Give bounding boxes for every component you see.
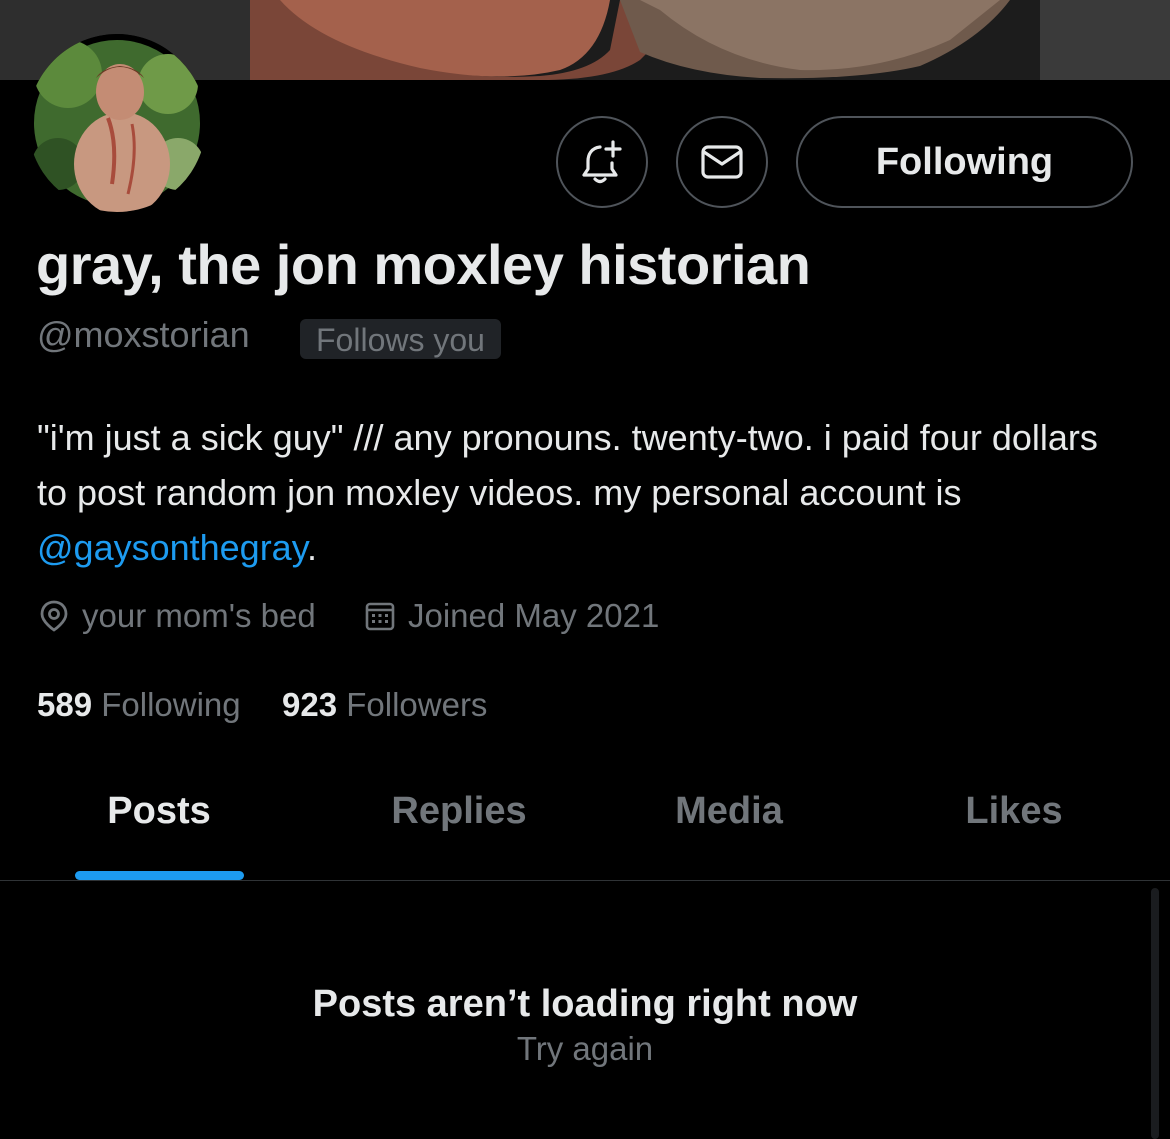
notify-button[interactable]	[556, 116, 648, 208]
bell-plus-icon	[582, 140, 622, 184]
calendar-icon	[365, 602, 395, 631]
profile-bio: "i'm just a sick guy" /// any pronouns. …	[37, 410, 1127, 575]
active-tab-indicator	[75, 871, 244, 880]
location-pin-icon	[40, 600, 68, 632]
followers-label: Followers	[346, 686, 488, 723]
follows-you-badge: Follows you	[300, 319, 501, 359]
followers-count: 923	[282, 686, 338, 723]
display-name: gray, the jon moxley historian	[36, 233, 811, 296]
following-count: 589	[37, 686, 93, 723]
location-text: your mom's bed	[82, 597, 316, 634]
try-again-button[interactable]: Try again	[0, 1030, 1170, 1068]
profile-joined-date: Joined May 2021	[364, 597, 659, 635]
tab-likes[interactable]: Likes	[965, 790, 1062, 833]
tab-divider	[0, 880, 1170, 881]
bio-text: "i'm just a sick guy" /// any pronouns. …	[37, 417, 1098, 513]
message-button[interactable]	[676, 116, 768, 208]
joined-text: Joined May 2021	[408, 597, 660, 634]
following-label: Following	[101, 686, 241, 723]
followers-count-link[interactable]: 923 Followers	[282, 686, 487, 724]
tab-posts[interactable]: Posts	[107, 790, 210, 833]
bio-mention-link[interactable]: @gaysonthegray	[37, 527, 307, 568]
following-button[interactable]: Following	[796, 116, 1133, 208]
tab-replies[interactable]: Replies	[391, 790, 526, 833]
profile-avatar[interactable]	[28, 34, 206, 212]
envelope-icon	[701, 145, 743, 179]
tab-media[interactable]: Media	[675, 790, 783, 833]
profile-location: your mom's bed	[38, 597, 316, 635]
feed-error-title: Posts aren’t loading right now	[312, 983, 858, 1025]
profile-handle: @moxstorian	[37, 314, 250, 355]
bio-text-end: .	[307, 527, 318, 568]
following-count-link[interactable]: 589 Following	[37, 686, 241, 724]
